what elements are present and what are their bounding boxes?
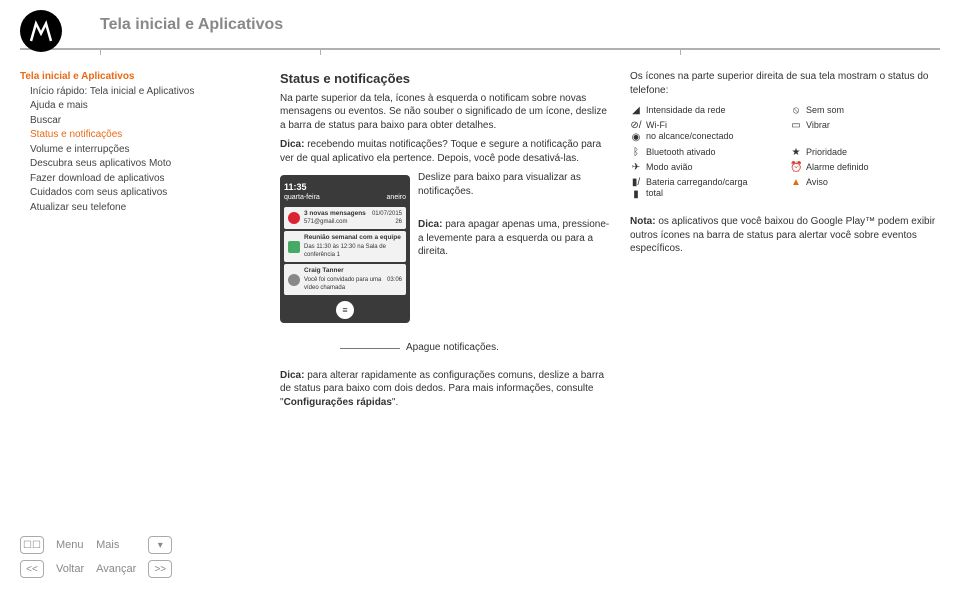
paragraph: Dica: recebendo muitas notificações? Toq…: [280, 138, 612, 165]
paragraph: Nota: os aplicativos que você baixou do …: [630, 215, 940, 256]
bluetooth-icon: ᛒ: [630, 147, 642, 159]
priority-icon: ★: [790, 147, 802, 159]
menu-label[interactable]: Menu: [56, 539, 84, 551]
annotation: Deslize para baixo para visualizar as no…: [418, 171, 612, 198]
paragraph: Os ícones na parte superior direita de s…: [630, 70, 940, 97]
status-icon-table: ◢Intensidade da rede ⦸Sem som ⊘/◉Wi-Fino…: [630, 105, 940, 201]
more-label[interactable]: Mais: [96, 539, 136, 551]
toc-item[interactable]: Ajuda e mais: [30, 99, 270, 113]
vibrate-icon: ▭: [790, 120, 802, 132]
sidebar-toc: Tela inicial e Aplicativos Início rápido…: [20, 70, 280, 415]
toc-item[interactable]: Buscar: [30, 114, 270, 128]
warning-icon: ▲: [790, 177, 802, 189]
back-button[interactable]: <<: [20, 560, 44, 578]
menu-icon[interactable]: ☐☐: [20, 536, 44, 554]
wifi-icon: ⊘/◉: [630, 120, 642, 144]
annotation: Dica: para apagar apenas uma, pressione-…: [418, 218, 612, 259]
toc-item[interactable]: Início rápido: Tela inicial e Aplicativo…: [30, 85, 270, 99]
forward-button[interactable]: >>: [148, 560, 172, 578]
notification-video: Craig Tanner Você foi convidado para uma…: [284, 264, 406, 295]
annotation: Apague notificações.: [406, 341, 499, 355]
tip-label: Dica:: [280, 370, 304, 381]
phone-mock: 11:35 quarta-feira aneiro 3 novas mensag…: [280, 175, 410, 323]
back-label[interactable]: Voltar: [56, 563, 84, 575]
signal-icon: ◢: [630, 105, 642, 117]
mute-icon: ⦸: [790, 105, 802, 117]
paragraph: Dica: para alterar rapidamente as config…: [280, 369, 612, 410]
airplane-icon: ✈: [630, 162, 642, 174]
avatar-icon: [288, 274, 300, 286]
phone-time: 11:35: [284, 181, 406, 193]
battery-icon: ▮/▮: [630, 177, 642, 201]
note-label: Nota:: [630, 216, 656, 227]
mail-icon: [288, 212, 300, 224]
toc-item[interactable]: Cuidados com seus aplicativos: [30, 186, 270, 200]
toc-item[interactable]: Tela inicial e Aplicativos: [20, 70, 270, 84]
toc-item[interactable]: Status e notificações: [30, 128, 270, 142]
toc-item[interactable]: Descubra seus aplicativos Moto: [30, 157, 270, 171]
tip-text: recebendo muitas notificações? Toque e s…: [280, 139, 601, 164]
page-title: Tela inicial e Aplicativos: [100, 16, 283, 34]
paragraph: Na parte superior da tela, ícones à esqu…: [280, 92, 612, 133]
forward-label[interactable]: Avançar: [96, 563, 136, 575]
alarm-icon: ⏰: [790, 162, 802, 174]
clear-notifications-icon: ≡: [336, 301, 354, 319]
more-icon[interactable]: ▾: [148, 536, 172, 554]
section-heading: Status e notificações: [280, 70, 612, 88]
footer-nav: ☐☐ Menu Mais ▾ << Voltar Avançar >>: [20, 536, 172, 578]
notification-mail: 3 novas mensagens 571@gmail.com 01/07/20…: [284, 207, 406, 230]
toc-item[interactable]: Fazer download de aplicativos: [30, 172, 270, 186]
notification-calendar: Reunião semanal com a equipe Das 11:30 à…: [284, 231, 406, 262]
motorola-logo: [20, 10, 62, 52]
toc-item[interactable]: Atualizar seu telefone: [30, 201, 270, 215]
calendar-icon: [288, 241, 300, 253]
toc-item[interactable]: Volume e interrupções: [30, 143, 270, 157]
tip-label: Dica:: [280, 139, 304, 150]
